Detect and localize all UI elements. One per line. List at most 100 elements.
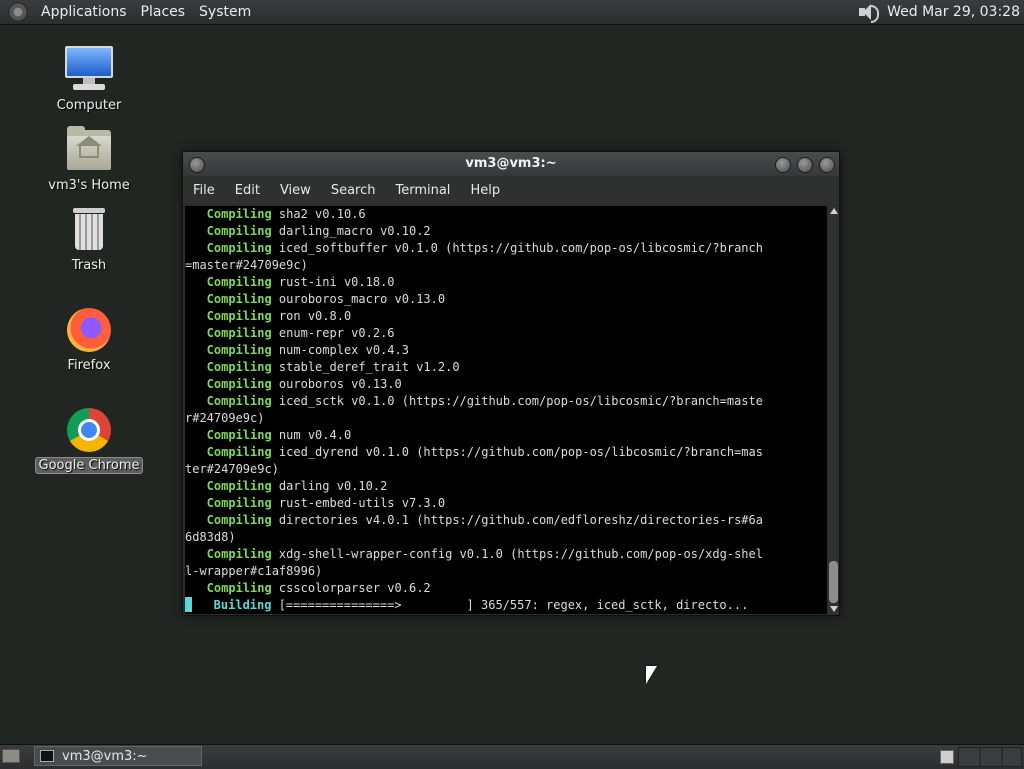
- maximize-button[interactable]: [797, 157, 813, 173]
- terminal-line: Compiling num-complex v0.4.3: [185, 342, 827, 359]
- menu-view[interactable]: View: [270, 183, 321, 198]
- terminal-line: Compiling num v0.4.0: [185, 427, 827, 444]
- mouse-pointer-icon: [646, 666, 657, 684]
- terminal-keyword: Compiling: [185, 360, 272, 374]
- firefox-icon: [65, 306, 113, 354]
- menu-applications[interactable]: Applications: [34, 4, 134, 20]
- terminal-keyword: Compiling: [185, 343, 272, 357]
- computer-icon: [65, 46, 113, 94]
- desktop-icon-label: Trash: [71, 258, 107, 273]
- terminal-line: =master#24709e9c): [185, 257, 827, 274]
- terminal-scrollbar[interactable]: [828, 206, 839, 614]
- terminal-line: Compiling csscolorparser v0.6.2: [185, 580, 827, 597]
- terminal-keyword: Compiling: [185, 309, 272, 323]
- terminal-keyword: Compiling: [185, 513, 272, 527]
- terminal-line: 6d83d8): [185, 529, 827, 546]
- terminal-keyword: Compiling: [185, 479, 272, 493]
- terminal-keyword: Compiling: [185, 445, 272, 459]
- terminal-text: ouroboros v0.13.0: [271, 377, 402, 391]
- desktop-icon-chrome[interactable]: Google Chrome: [34, 406, 144, 474]
- terminal-text: num v0.4.0: [271, 428, 352, 442]
- terminal-line: Compiling ouroboros_macro v0.13.0: [185, 291, 827, 308]
- desktop-icon-home[interactable]: vm3's Home: [34, 126, 144, 193]
- desktop-icon-label: Google Chrome: [34, 457, 144, 474]
- terminal-cursor: [185, 597, 192, 612]
- home-folder-icon: [65, 126, 113, 174]
- terminal-titlebar[interactable]: vm3@vm3:~: [183, 152, 839, 176]
- taskbar-window-label: vm3@vm3:~: [62, 748, 148, 764]
- terminal-text: ron v0.8.0: [271, 309, 352, 323]
- terminal-text: iced_sctk v0.1.0 (https://github.com/pop…: [271, 394, 763, 408]
- desktop-icon-label: vm3's Home: [48, 178, 130, 193]
- terminal-progress-line: Building [===============> ] 365/557: re…: [185, 597, 827, 614]
- terminal-line: Compiling enum-repr v0.2.6: [185, 325, 827, 342]
- terminal-line: Compiling sha2 v0.10.6: [185, 206, 827, 223]
- trash-icon: [65, 206, 113, 254]
- terminal-line: Compiling iced_softbuffer v0.1.0 (https:…: [185, 240, 827, 257]
- terminal-output[interactable]: Compiling sha2 v0.10.6 Compiling darling…: [185, 206, 827, 614]
- terminal-text: rust-embed-utils v7.3.0: [271, 496, 446, 510]
- terminal-text: r#24709e9c): [185, 411, 265, 425]
- terminal-line: Compiling stable_deref_trait v1.2.0: [185, 359, 827, 376]
- desktop-icon-label: Firefox: [67, 358, 111, 373]
- desktop-icon-firefox[interactable]: Firefox: [34, 306, 144, 373]
- scroll-up-arrow-icon[interactable]: [830, 208, 838, 214]
- menu-help[interactable]: Help: [460, 183, 510, 198]
- close-button[interactable]: [819, 157, 835, 173]
- menu-terminal[interactable]: Terminal: [385, 183, 460, 198]
- terminal-line: Compiling darling v0.10.2: [185, 478, 827, 495]
- terminal-text: stable_deref_trait v1.2.0: [271, 360, 460, 374]
- terminal-text: =master#24709e9c): [185, 258, 308, 272]
- terminal-text: num-complex v0.4.3: [271, 343, 409, 357]
- desktop-icon-trash[interactable]: Trash: [34, 206, 144, 273]
- terminal-keyword: Building: [192, 598, 272, 612]
- terminal-icon: [40, 750, 54, 762]
- terminal-text: enum-repr v0.2.6: [271, 326, 395, 340]
- menu-edit[interactable]: Edit: [225, 183, 270, 198]
- terminal-text: [===============> ] 365/557: regex, iced…: [271, 598, 749, 612]
- show-desktop-icon[interactable]: [2, 749, 20, 763]
- terminal-keyword: Compiling: [185, 581, 272, 595]
- volume-icon[interactable]: [857, 2, 880, 23]
- terminal-text: ter#24709e9c): [185, 462, 279, 476]
- menu-system[interactable]: System: [192, 4, 258, 20]
- terminal-line: Compiling iced_sctk v0.1.0 (https://gith…: [185, 393, 827, 410]
- scroll-thumb[interactable]: [829, 561, 838, 603]
- top-panel: Applications Places System Wed Mar 29, 0…: [0, 0, 1024, 25]
- terminal-text: iced_softbuffer v0.1.0 (https://github.c…: [271, 241, 763, 255]
- terminal-line: r#24709e9c): [185, 410, 827, 427]
- workspace-1[interactable]: [940, 750, 954, 764]
- terminal-line: Compiling darling_macro v0.10.2: [185, 223, 827, 240]
- terminal-text: rust-ini v0.18.0: [271, 275, 395, 289]
- terminal-keyword: Compiling: [185, 394, 272, 408]
- terminal-keyword: Compiling: [185, 377, 272, 391]
- menu-file[interactable]: File: [183, 183, 225, 198]
- window-title: vm3@vm3:~: [465, 156, 557, 171]
- chrome-icon: [65, 406, 113, 454]
- terminal-line: Compiling xdg-shell-wrapper-config v0.1.…: [185, 546, 827, 563]
- terminal-window[interactable]: vm3@vm3:~ File Edit View Search Terminal…: [182, 151, 840, 616]
- menu-places[interactable]: Places: [134, 4, 193, 20]
- scroll-down-arrow-icon[interactable]: [830, 606, 838, 612]
- desktop-icon-label: Computer: [56, 98, 122, 113]
- terminal-keyword: Compiling: [185, 275, 272, 289]
- terminal-line: Compiling ron v0.8.0: [185, 308, 827, 325]
- desktop-icon-computer[interactable]: Computer: [34, 46, 144, 113]
- minimize-button[interactable]: [775, 157, 791, 173]
- terminal-keyword: Compiling: [185, 292, 272, 306]
- taskbar-window-button[interactable]: vm3@vm3:~: [34, 746, 202, 766]
- workspace-switcher[interactable]: [958, 747, 1022, 767]
- menu-search[interactable]: Search: [321, 183, 386, 198]
- terminal-text: directories v4.0.1 (https://github.com/e…: [271, 513, 763, 527]
- terminal-text: darling v0.10.2: [271, 479, 388, 493]
- terminal-line: l-wrapper#c1af8996): [185, 563, 827, 580]
- terminal-line: Compiling directories v4.0.1 (https://gi…: [185, 512, 827, 529]
- bottom-panel: vm3@vm3:~: [0, 744, 1024, 769]
- terminal-text: 6d83d8): [185, 530, 236, 544]
- terminal-text: xdg-shell-wrapper-config v0.1.0 (https:/…: [271, 547, 763, 561]
- terminal-text: csscolorparser v0.6.2: [271, 581, 431, 595]
- panel-clock[interactable]: Wed Mar 29, 03:28: [887, 4, 1020, 20]
- terminal-keyword: Compiling: [185, 496, 272, 510]
- gnome-foot-icon[interactable]: [8, 2, 28, 22]
- terminal-line: Compiling iced_dyrend v0.1.0 (https://gi…: [185, 444, 827, 461]
